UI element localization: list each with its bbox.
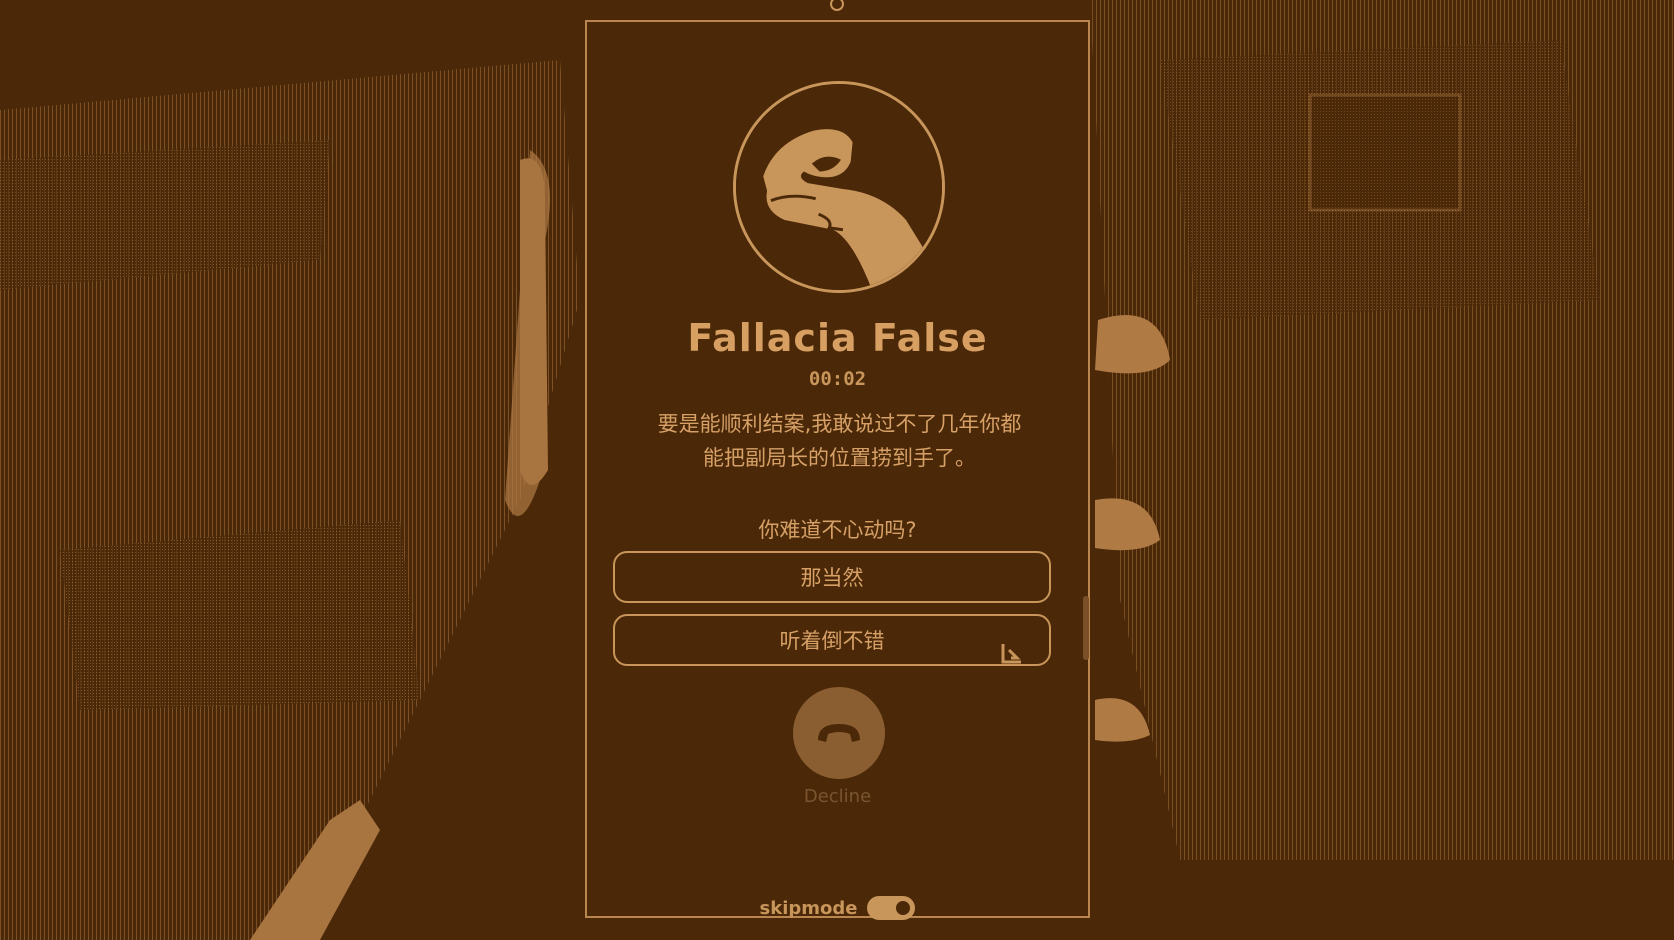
camera-icon — [830, 0, 844, 11]
phone-hangup-icon — [818, 724, 860, 742]
decline-button[interactable] — [793, 687, 885, 779]
dialogue-line-1: 要是能顺利结案,我敢说过不了几年你都 — [657, 412, 1022, 436]
hand-left — [520, 158, 548, 486]
caller-name: Fallacia False — [687, 316, 988, 360]
choice-label: 听着倒不错 — [779, 629, 885, 653]
dialogue-question: 你难道不心动吗? — [758, 518, 917, 542]
skipmode-label: skipmode — [759, 897, 858, 919]
skipmode-toggle[interactable] — [867, 896, 916, 920]
hand-gesture-icon — [736, 84, 942, 290]
toggle-knob — [893, 898, 914, 918]
decline-label: Decline — [803, 786, 872, 807]
cursor-icon — [1001, 644, 1021, 664]
caller-avatar — [733, 81, 945, 293]
scrollbar[interactable] — [1083, 596, 1089, 660]
dialogue-line-2: 能把副局长的位置捞到手了。 — [703, 446, 976, 470]
choice-label: 那当然 — [800, 566, 864, 590]
skipmode-control: skipmode — [587, 896, 1088, 920]
phone-call-screen: Fallacia False 00:02 要是能顺利结案,我敢说过不了几年你都 … — [585, 20, 1090, 920]
choice-button-1[interactable]: 那当然 — [613, 551, 1051, 603]
dialogue-message: 要是能顺利结案,我敢说过不了几年你都 能把副局长的位置捞到手了。 — [617, 407, 1062, 475]
call-timer: 00:02 — [808, 368, 867, 390]
choice-button-2[interactable]: 听着倒不错 — [613, 614, 1051, 666]
